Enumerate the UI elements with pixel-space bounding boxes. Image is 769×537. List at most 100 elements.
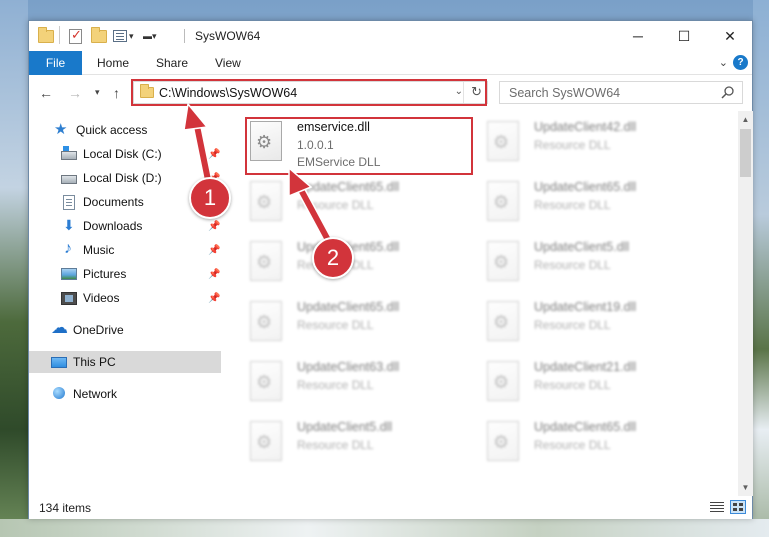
address-dropdown-icon[interactable]: ⌄ (455, 86, 463, 97)
properties-checkmark-icon (69, 27, 82, 44)
drive-icon (61, 146, 77, 160)
dll-file-icon (250, 421, 282, 461)
qa-dropdown-button[interactable]: ▬▾ (143, 27, 157, 45)
file-description: Resource DLL (534, 378, 611, 392)
qa-properties-button[interactable] (69, 27, 82, 45)
sidebar-item-network[interactable]: Network (29, 383, 221, 405)
maximize-button[interactable]: ☐ (661, 21, 707, 51)
help-icon[interactable]: ? (733, 55, 748, 70)
search-box[interactable] (499, 81, 743, 104)
ribbon-tabs: File Home Share View ⌄ ? (29, 51, 752, 75)
back-button[interactable]: ← (39, 85, 53, 101)
address-bar[interactable]: C:\Windows\SysWOW64 ⌄ ↻ (133, 81, 488, 104)
file-version: 1.0.0.1 (297, 138, 334, 152)
desktop-background-left (0, 0, 28, 537)
list-item[interactable]: UpdateClient21.dll Resource DLL (459, 355, 685, 415)
vertical-scrollbar[interactable]: ▲ ▼ (738, 111, 753, 496)
folder-icon (38, 26, 54, 43)
file-name: UpdateClient5.dll (534, 240, 630, 254)
sidebar-item-this-pc[interactable]: This PC (29, 351, 221, 373)
file-description: Resource DLL (297, 378, 374, 392)
quick-access-separator (59, 26, 60, 44)
sidebar-item-label: Music (83, 243, 115, 257)
title-bar: ▾ ▬▾ SysWOW64 ─ ☐ ✕ (29, 21, 752, 51)
refresh-icon[interactable]: ↻ (471, 84, 482, 100)
search-icon[interactable] (721, 85, 735, 99)
dll-file-icon (487, 361, 519, 401)
minimize-button[interactable]: ─ (615, 21, 661, 51)
new-folder-icon (91, 26, 107, 43)
address-separator (463, 82, 464, 103)
tab-share[interactable]: Share (156, 51, 188, 75)
dll-file-icon (250, 181, 282, 221)
sidebar-item-local-disk-c[interactable]: Local Disk (C:) 📌 (29, 143, 221, 165)
large-icons-view-icon[interactable] (730, 500, 746, 514)
list-item[interactable]: UpdateClient65.dll Resource DLL (459, 175, 685, 235)
dll-file-icon (250, 121, 282, 161)
tab-view[interactable]: View (215, 51, 241, 75)
sidebar-item-downloads[interactable]: Downloads 📌 (29, 215, 221, 237)
sidebar-item-music[interactable]: Music 📌 (29, 239, 221, 261)
list-item[interactable]: UpdateClient5.dll Resource DLL (222, 415, 448, 475)
file-description: Resource DLL (297, 318, 374, 332)
address-path[interactable]: C:\Windows\SysWOW64 (159, 86, 297, 100)
dll-file-icon (487, 121, 519, 161)
file-description: EMService DLL (297, 155, 381, 169)
file-description: Resource DLL (534, 258, 611, 272)
file-explorer-window: ▾ ▬▾ SysWOW64 ─ ☐ ✕ File Home Share View… (28, 20, 753, 519)
dll-file-icon (487, 241, 519, 281)
downloads-icon (61, 217, 77, 234)
tab-file[interactable]: File (29, 51, 82, 75)
window-title: SysWOW64 (195, 29, 261, 43)
file-description: Resource DLL (297, 438, 374, 452)
list-item[interactable]: UpdateClient65.dll Resource DLL (459, 415, 685, 475)
list-item[interactable]: UpdateClient65.dll Resource DLL (222, 295, 448, 355)
sidebar-item-quick-access[interactable]: Quick access (29, 119, 221, 141)
list-item[interactable]: UpdateClient65.dll Resource DLL (222, 175, 448, 235)
scroll-thumb[interactable] (740, 129, 751, 177)
sidebar-item-onedrive[interactable]: OneDrive (29, 318, 221, 341)
details-view-icon[interactable] (709, 500, 725, 514)
list-item[interactable]: UpdateClient63.dll Resource DLL (222, 355, 448, 415)
file-name: UpdateClient65.dll (534, 420, 637, 434)
file-description: Resource DLL (297, 198, 374, 212)
sidebar-item-label: Videos (83, 291, 120, 305)
file-name: emservice.dll (297, 120, 370, 134)
ribbon-expand-icon[interactable]: ⌄ (719, 56, 728, 69)
item-count: 134 items (39, 501, 92, 515)
file-item-emservice[interactable]: emservice.dll 1.0.0.1 EMService DLL (222, 115, 448, 175)
sidebar-item-videos[interactable]: Videos 📌 (29, 287, 221, 309)
scroll-down-arrow-icon[interactable]: ▼ (738, 479, 753, 496)
sidebar-item-pictures[interactable]: Pictures 📌 (29, 263, 221, 285)
file-description: Resource DLL (534, 438, 611, 452)
pin-icon: 📌 (208, 220, 221, 232)
list-item[interactable]: UpdateClient19.dll Resource DLL (459, 295, 685, 355)
sidebar-item-label: OneDrive (73, 323, 124, 337)
scroll-up-arrow-icon[interactable]: ▲ (738, 111, 753, 128)
desktop-background-bottom (0, 519, 769, 537)
step-2-badge: 2 (312, 237, 354, 279)
file-description: Resource DLL (534, 198, 611, 212)
status-bar: 134 items (29, 496, 752, 519)
recent-locations-button[interactable]: ▾ (95, 87, 100, 98)
up-button[interactable]: ↑ (113, 85, 120, 101)
title-separator (184, 29, 185, 43)
close-button[interactable]: ✕ (707, 21, 753, 51)
desktop-background-right (753, 0, 769, 537)
qa-customize-button[interactable]: ▾ (113, 27, 134, 45)
file-name: UpdateClient21.dll (534, 360, 637, 374)
dll-file-icon (250, 301, 282, 341)
network-icon (51, 387, 67, 401)
file-name: UpdateClient65.dll (297, 180, 400, 194)
music-icon (61, 240, 77, 258)
onedrive-icon (51, 318, 68, 338)
forward-button[interactable]: → (68, 85, 82, 101)
tab-home[interactable]: Home (97, 51, 129, 75)
pin-icon: 📌 (208, 268, 221, 280)
list-item[interactable]: UpdateClient5.dll Resource DLL (459, 235, 685, 295)
search-input[interactable] (500, 85, 710, 100)
videos-icon (61, 291, 77, 305)
qa-new-folder-button[interactable] (91, 26, 107, 45)
list-item[interactable]: UpdateClient42.dll Resource DLL (459, 115, 685, 175)
sidebar-item-label: Downloads (83, 219, 143, 233)
